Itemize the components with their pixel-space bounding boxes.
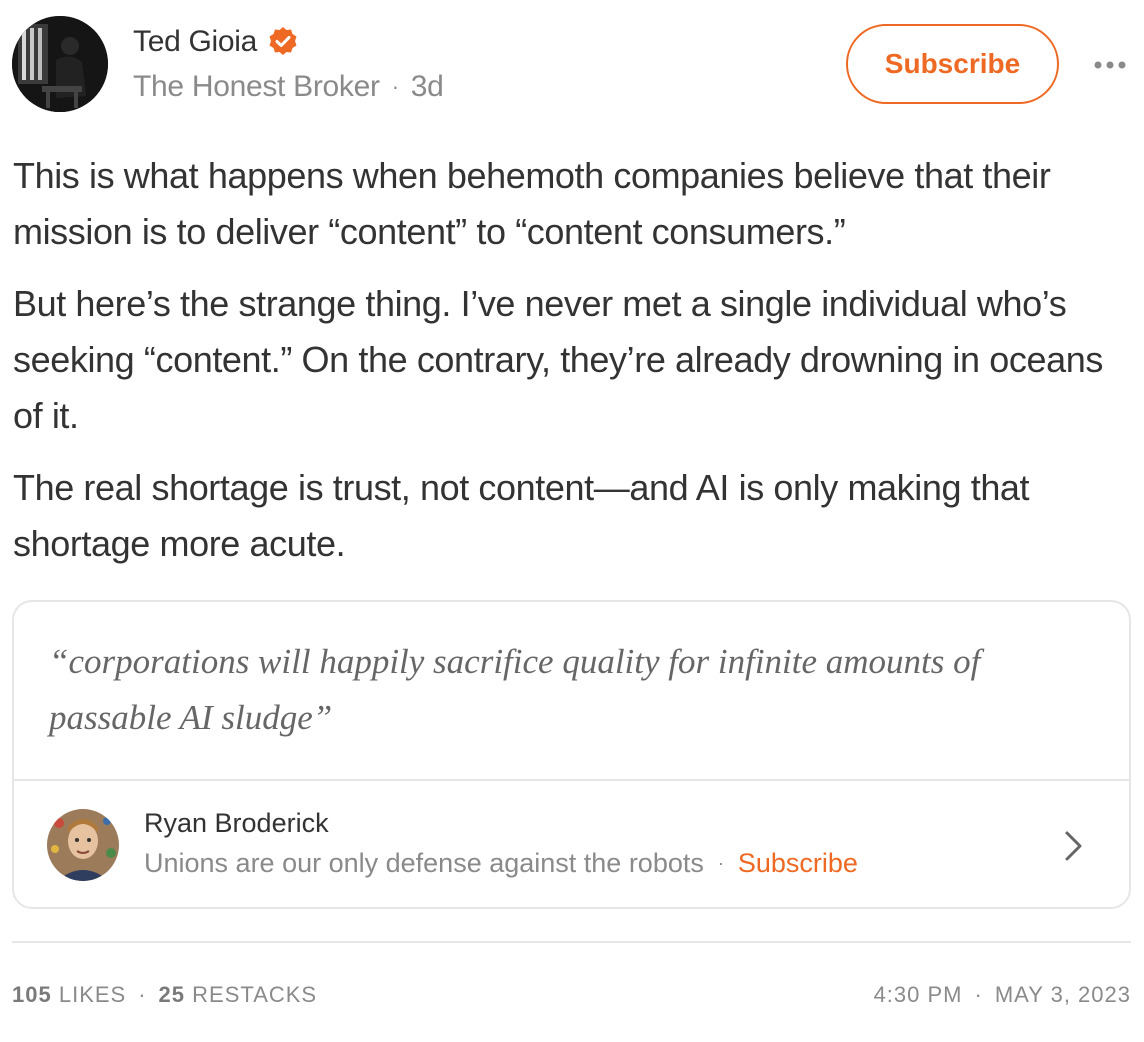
restacks-stat[interactable]: 25 RESTACKS (159, 982, 318, 1008)
stats-separator: · (138, 982, 147, 1007)
verified-check-icon (267, 26, 299, 58)
quote-author-avatar[interactable] (47, 809, 119, 881)
subscribe-button[interactable]: Subscribe (846, 24, 1059, 104)
timestamp-separator: · (974, 982, 983, 1007)
more-horizontal-icon (1094, 61, 1126, 69)
post-stats: 105 LIKES · 25 RESTACKS (12, 982, 317, 1008)
post-paragraph: But here’s the strange thing. I’ve never… (13, 283, 1103, 436)
post-body: This is what happens when behemoth compa… (13, 148, 1123, 588)
quote-meta-separator: · (717, 853, 724, 873)
quote-divider (14, 779, 1129, 781)
restacks-label: RESTACKS (192, 982, 318, 1007)
author-header: Ted Gioia (133, 22, 299, 62)
quote-author-avatar-image (47, 809, 119, 881)
quote-publication-name[interactable]: Unions are our only defense against the … (144, 848, 704, 879)
likes-label: LIKES (58, 982, 127, 1007)
restacks-count: 25 (158, 982, 186, 1007)
likes-stat[interactable]: 105 LIKES (12, 982, 126, 1008)
post-paragraph: The real shortage is trust, not content—… (13, 467, 1030, 564)
post-date: MAY 3, 2023 (994, 982, 1131, 1007)
post-paragraph: This is what happens when behemoth compa… (13, 155, 1051, 252)
post-time: 4:30 PM (873, 982, 963, 1007)
likes-count: 105 (12, 982, 52, 1007)
author-name[interactable]: Ted Gioia (133, 25, 257, 59)
quote-meta: Unions are our only defense against the … (144, 848, 858, 879)
quote-card[interactable]: “corporations will happily sacrifice qua… (12, 600, 1131, 909)
author-avatar-image (12, 16, 108, 112)
quote-text: “corporations will happily sacrifice qua… (49, 642, 981, 737)
more-options-button[interactable] (1090, 50, 1130, 80)
post-time-ago: 3d (410, 70, 444, 103)
footer-divider (12, 941, 1131, 943)
quote-author-name[interactable]: Ryan Broderick (144, 808, 329, 839)
chevron-right-icon[interactable] (1061, 827, 1087, 865)
meta-separator: · (391, 74, 399, 99)
post-timestamp[interactable]: 4:30 PM · MAY 3, 2023 (874, 982, 1131, 1008)
quote-subscribe-link[interactable]: Subscribe (738, 848, 858, 879)
author-meta: The Honest Broker · 3d (133, 70, 444, 104)
author-avatar[interactable] (12, 16, 108, 112)
publication-name[interactable]: The Honest Broker (133, 70, 380, 104)
